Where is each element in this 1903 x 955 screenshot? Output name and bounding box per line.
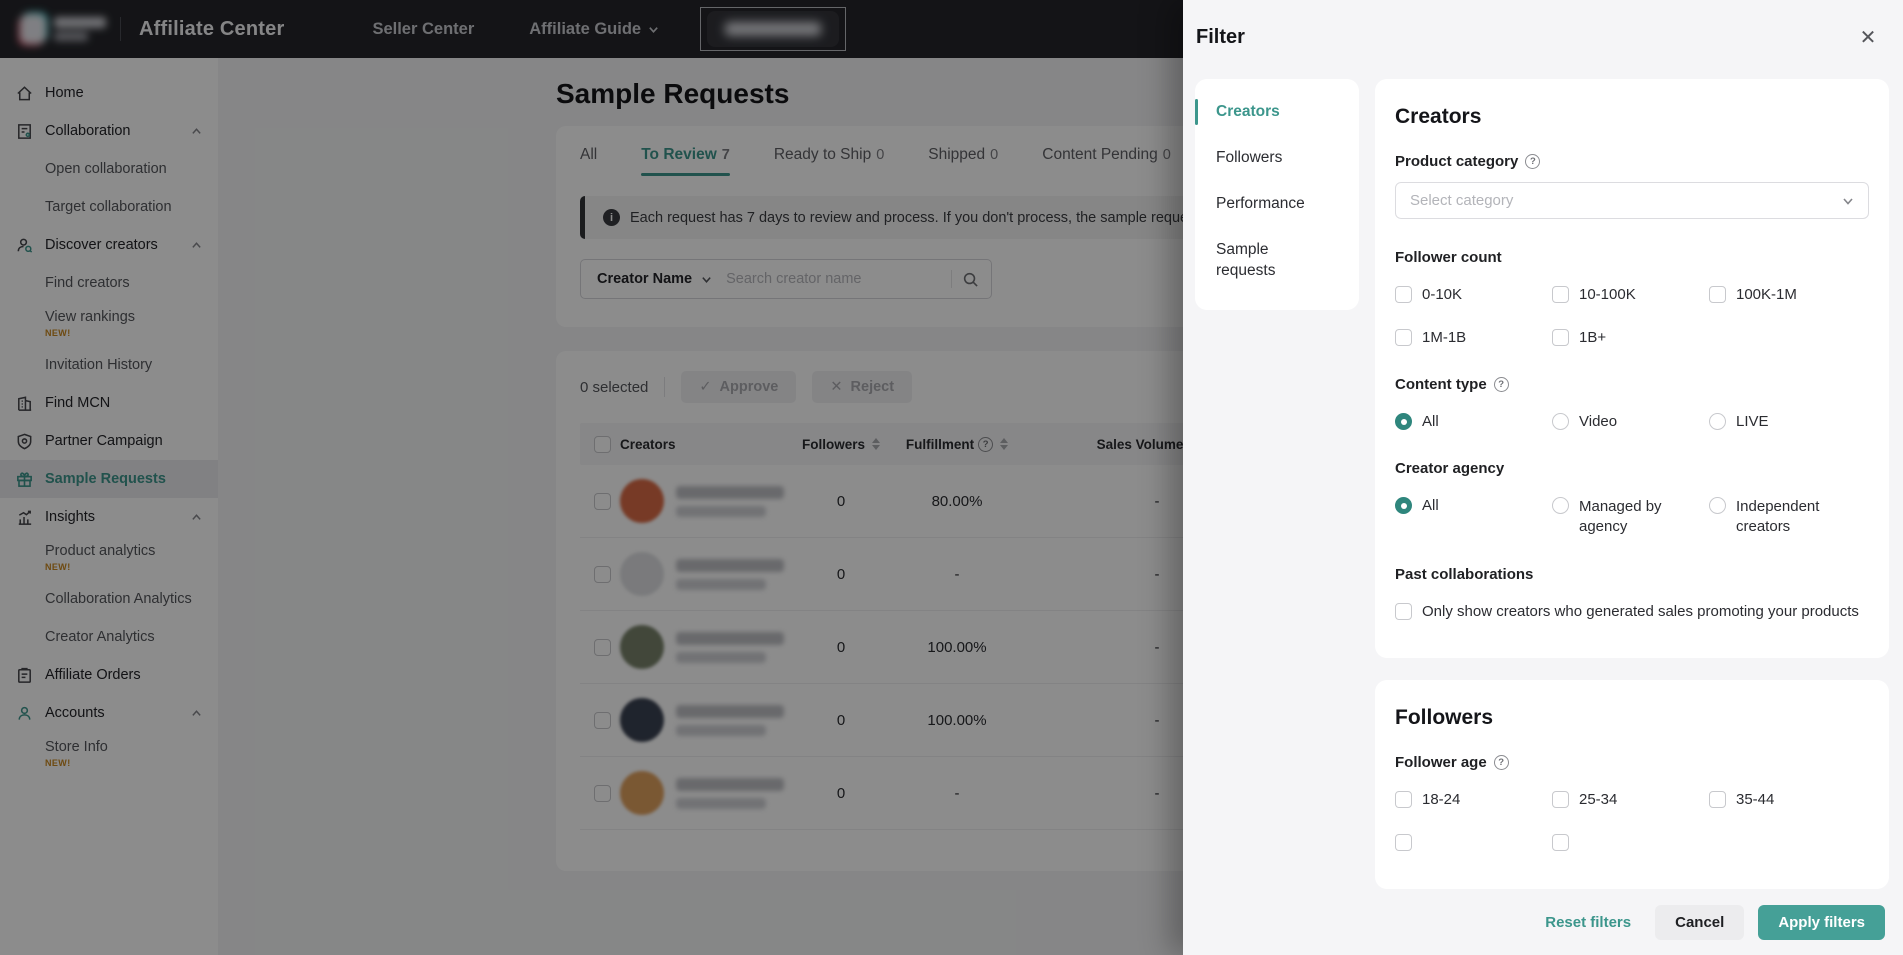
- checkbox[interactable]: [1395, 834, 1412, 851]
- label-text: Content type: [1395, 376, 1487, 393]
- filter-title: Filter: [1196, 26, 1879, 49]
- option-partial[interactable]: [1395, 834, 1552, 851]
- content-type-label: Content type ?: [1395, 376, 1869, 393]
- creators-heading: Creators: [1395, 105, 1869, 129]
- checkbox[interactable]: [1552, 329, 1569, 346]
- checkbox[interactable]: [1395, 329, 1412, 346]
- checkbox[interactable]: [1552, 834, 1569, 851]
- filter-panel-header: Filter ✕: [1183, 0, 1903, 65]
- creator-agency-label: Creator agency: [1395, 460, 1869, 477]
- past-collaborations-checkbox-row[interactable]: Only show creators who generated sales p…: [1395, 603, 1869, 620]
- option-label: 18-24: [1422, 791, 1460, 808]
- follower-count-label: Follower count: [1395, 249, 1869, 266]
- chevron-down-icon: [1842, 195, 1854, 207]
- option-label: All: [1422, 497, 1439, 514]
- option-35-44[interactable]: 35-44: [1709, 791, 1869, 808]
- filter-nav-followers[interactable]: Followers: [1195, 135, 1359, 181]
- radio-agency-all[interactable]: All: [1395, 497, 1552, 514]
- option-label: 10-100K: [1579, 286, 1636, 303]
- option-label: 35-44: [1736, 791, 1774, 808]
- radio-selected[interactable]: [1395, 413, 1412, 430]
- product-category-select[interactable]: Select category: [1395, 182, 1869, 219]
- radio[interactable]: [1552, 413, 1569, 430]
- help-icon[interactable]: ?: [1494, 755, 1509, 770]
- radio-selected[interactable]: [1395, 497, 1412, 514]
- checkbox[interactable]: [1552, 286, 1569, 303]
- filter-panel-body: Creators Followers Performance Sample re…: [1183, 65, 1903, 889]
- filter-section-nav: Creators Followers Performance Sample re…: [1195, 79, 1359, 310]
- checkbox[interactable]: [1552, 791, 1569, 808]
- filter-nav-performance[interactable]: Performance: [1195, 181, 1359, 227]
- checkbox[interactable]: [1395, 603, 1412, 620]
- followers-heading: Followers: [1395, 706, 1869, 730]
- past-collaborations-label: Past collaborations: [1395, 566, 1869, 583]
- option-1m-1b[interactable]: 1M-1B: [1395, 329, 1552, 346]
- checkbox[interactable]: [1395, 286, 1412, 303]
- select-placeholder: Select category: [1410, 192, 1842, 209]
- filter-panel-footer: Reset filters Cancel Apply filters: [1183, 889, 1903, 955]
- option-partial[interactable]: [1552, 834, 1709, 851]
- checkbox[interactable]: [1709, 286, 1726, 303]
- option-label: 100K-1M: [1736, 286, 1797, 303]
- content-type-options: All Video LIVE: [1395, 413, 1869, 430]
- option-label: 25-34: [1579, 791, 1617, 808]
- option-label: LIVE: [1736, 413, 1769, 430]
- follower-age-options-partial: [1395, 834, 1869, 851]
- radio-content-all[interactable]: All: [1395, 413, 1552, 430]
- option-25-34[interactable]: 25-34: [1552, 791, 1709, 808]
- follower-count-options: 0-10K 10-100K 100K-1M 1M-1B 1B+: [1395, 286, 1869, 346]
- radio-content-video[interactable]: Video: [1552, 413, 1709, 430]
- checkbox[interactable]: [1395, 791, 1412, 808]
- filter-content: Creators Product category ? Select categ…: [1375, 79, 1889, 889]
- option-1b-plus[interactable]: 1B+: [1552, 329, 1709, 346]
- filter-nav-creators[interactable]: Creators: [1195, 89, 1359, 135]
- filter-followers-card: Followers Follower age ? 18-24 25-34 35-…: [1375, 680, 1889, 889]
- radio[interactable]: [1709, 413, 1726, 430]
- radio-independent-creators[interactable]: Independent creators: [1709, 497, 1869, 536]
- option-18-24[interactable]: 18-24: [1395, 791, 1552, 808]
- product-category-label: Product category ?: [1395, 153, 1869, 170]
- option-0-10k[interactable]: 0-10K: [1395, 286, 1552, 303]
- option-100k-1m[interactable]: 100K-1M: [1709, 286, 1869, 303]
- checkbox[interactable]: [1709, 791, 1726, 808]
- follower-age-label: Follower age ?: [1395, 754, 1869, 771]
- option-label: 1M-1B: [1422, 329, 1466, 346]
- label-text: Follower age: [1395, 754, 1487, 771]
- reset-filters-link[interactable]: Reset filters: [1545, 914, 1631, 931]
- label-text: Product category: [1395, 153, 1518, 170]
- help-icon[interactable]: ?: [1494, 377, 1509, 392]
- help-icon[interactable]: ?: [1525, 154, 1540, 169]
- filter-creators-card: Creators Product category ? Select categ…: [1375, 79, 1889, 658]
- creator-agency-options: All Managed by agency Independent creato…: [1395, 497, 1869, 536]
- option-label: Independent creators: [1736, 497, 1856, 536]
- close-icon[interactable]: ✕: [1855, 24, 1881, 50]
- option-label: Only show creators who generated sales p…: [1422, 603, 1859, 620]
- apply-filters-button[interactable]: Apply filters: [1758, 905, 1885, 940]
- cancel-button[interactable]: Cancel: [1655, 905, 1744, 940]
- option-label: 0-10K: [1422, 286, 1462, 303]
- filter-panel: Filter ✕ Creators Followers Performance …: [1183, 0, 1903, 955]
- option-label: Managed by agency: [1579, 497, 1699, 536]
- radio-managed-by-agency[interactable]: Managed by agency: [1552, 497, 1709, 536]
- radio-content-live[interactable]: LIVE: [1709, 413, 1869, 430]
- option-label: Video: [1579, 413, 1617, 430]
- radio[interactable]: [1709, 497, 1726, 514]
- radio[interactable]: [1552, 497, 1569, 514]
- filter-nav-sample-requests[interactable]: Sample requests: [1195, 227, 1305, 293]
- option-label: 1B+: [1579, 329, 1606, 346]
- follower-age-options: 18-24 25-34 35-44: [1395, 791, 1869, 808]
- option-label: All: [1422, 413, 1439, 430]
- option-10-100k[interactable]: 10-100K: [1552, 286, 1709, 303]
